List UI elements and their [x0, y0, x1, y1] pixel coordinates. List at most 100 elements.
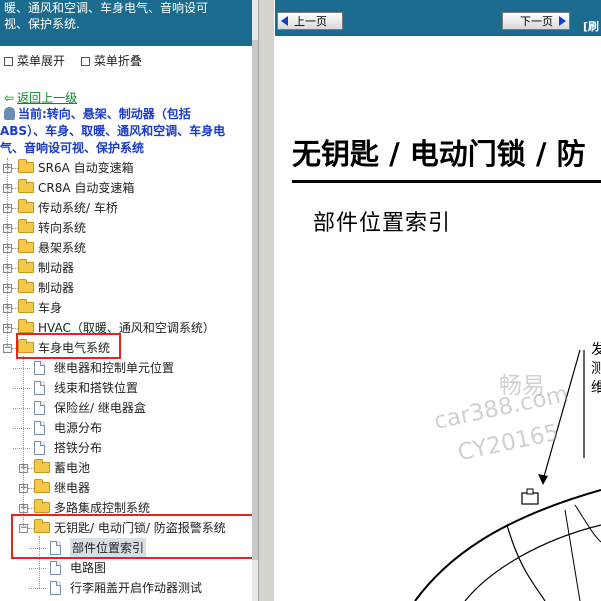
next-page-label: 下一页 — [520, 15, 553, 28]
prev-page-label: 上一页 — [294, 15, 327, 28]
current-path-line-2: ABS）、车身、取暖、通风和空调、车身电 — [0, 124, 226, 138]
component-sensor — [521, 492, 539, 505]
current-path-line-3: 气、音响设可视、保护系统 — [0, 141, 145, 155]
tree-connector — [13, 448, 30, 449]
vehicle-diagram — [414, 349, 601, 601]
highlight-keyless-section — [11, 514, 258, 559]
folder-icon — [18, 279, 34, 293]
callout-label-2: 测 — [591, 361, 601, 377]
tree-page-item[interactable]: 行李厢盖开启作动器测试 — [0, 578, 250, 598]
folder-icon — [34, 479, 50, 493]
tree-connector — [29, 588, 46, 589]
prev-page-button[interactable]: 上一页 — [277, 12, 343, 30]
tree-item-label: 转向系统 — [38, 221, 87, 235]
tree-item-label: 蓄电池 — [54, 461, 91, 475]
tree-folder-item[interactable]: + 车身 — [0, 298, 250, 318]
folder-icon — [18, 319, 34, 333]
leader-arrowhead-1 — [538, 474, 548, 485]
car-inner-line-2 — [564, 509, 581, 601]
highlight-body-electrical — [16, 333, 121, 359]
tree-item-label: 悬架系统 — [38, 241, 87, 255]
tree-item-label: SR6A 自动变速箱 — [38, 161, 134, 175]
title-rule — [292, 180, 601, 183]
folder-icon — [18, 299, 34, 313]
folder-icon — [34, 459, 50, 473]
tree-folder-item[interactable]: + 蓄电池 — [0, 458, 250, 478]
folder-icon — [18, 239, 34, 253]
tree-connector — [13, 368, 30, 369]
tree-folder-item[interactable]: + 传动系统/ 车桥 — [0, 198, 250, 218]
tree-connector — [29, 568, 46, 569]
header-line-2: 视、保护系统. — [4, 17, 80, 31]
leader-line-1 — [542, 349, 581, 481]
tree-item-label: CR8A 自动变速箱 — [38, 181, 135, 195]
page-icon — [50, 581, 61, 595]
tree-item-label: 制动器 — [38, 261, 75, 275]
callout-label-3: 维 — [591, 380, 601, 396]
page-icon — [34, 381, 45, 395]
folder-icon — [34, 499, 50, 513]
tree-page-item[interactable]: 线束和搭铁位置 — [0, 378, 250, 398]
pane-splitter[interactable] — [258, 0, 275, 601]
back-link[interactable]: ⇦ 返回上一级 — [4, 89, 77, 106]
folder-icon — [18, 219, 34, 233]
tree-folder-item[interactable]: + 制动器 — [0, 258, 250, 278]
refresh-link[interactable]: [刷 — [583, 18, 599, 34]
location-icon — [4, 107, 15, 120]
collapse-all-button[interactable]: 菜单折叠 — [94, 54, 142, 68]
tree-item-label: 行李厢盖开启作动器测试 — [70, 581, 203, 595]
tree-folder-item[interactable]: + SR6A 自动变速箱 — [0, 158, 250, 178]
expand-all-button[interactable]: 菜单展开 — [17, 54, 65, 68]
tree-item-label: 继电器 — [54, 481, 91, 495]
tree-folder-item[interactable]: + 转向系统 — [0, 218, 250, 238]
car-trunk-line — [574, 504, 601, 543]
tree-item-label: 保险丝/ 继电器盒 — [54, 401, 146, 415]
car-inner-line-1 — [506, 524, 546, 601]
page-icon — [34, 361, 45, 375]
tree-folder-item[interactable]: + 悬架系统 — [0, 238, 250, 258]
car-roof-line — [464, 524, 601, 601]
tree-page-item[interactable]: 保险丝/ 继电器盒 — [0, 398, 250, 418]
page-icon — [34, 401, 45, 415]
prev-arrow-icon — [281, 16, 288, 26]
tree-item-label: 制动器 — [38, 281, 75, 295]
menu-toggle-bar: 菜单展开 菜单折叠 — [2, 52, 152, 69]
page-nav-bar: 上一页 下一页 [刷 — [275, 0, 601, 36]
back-arrow-icon: ⇦ — [4, 91, 15, 105]
folder-icon — [18, 199, 34, 213]
tree-connector — [13, 428, 30, 429]
current-path-line-1: 当前:转向、悬架、制动器（包括 — [18, 107, 191, 121]
tree-guide-line — [7, 158, 8, 348]
next-page-button[interactable]: 下一页 — [502, 12, 570, 30]
component-sensor-tab — [526, 488, 534, 495]
tree-item-label: 电路图 — [70, 561, 107, 575]
tree-connector — [13, 388, 30, 389]
tree-item-label: 传动系统/ 车桥 — [38, 201, 118, 215]
tree-folder-item[interactable]: + 继电器 — [0, 478, 250, 498]
tree-item-label: 线束和搭铁位置 — [54, 381, 139, 395]
tree-folder-item[interactable]: + 制动器 — [0, 278, 250, 298]
section-title: 部件位置索引 — [313, 211, 452, 236]
expand-icon — [4, 56, 13, 66]
tree-page-item[interactable]: 电路图 — [0, 558, 250, 578]
page-icon — [50, 561, 61, 575]
navigation-pane: 暖、通风和空调、车身电气、音响设可 视、保护系统. 菜单展开 菜单折叠 ⇦ 返回上… — [0, 0, 258, 601]
collapse-icon — [80, 56, 90, 66]
folder-icon — [18, 159, 34, 173]
folder-icon — [18, 259, 34, 273]
tree-page-item[interactable]: 继电器和控制单元位置 — [0, 358, 250, 378]
content-pane: 上一页 下一页 [刷 无钥匙 / 电动门锁 / 防 部件位置索引 发 测 维 畅… — [275, 0, 601, 601]
tree-item-label: 车身 — [38, 301, 63, 315]
current-path: 当前:转向、悬架、制动器（包括 ABS）、车身、取暖、通风和空调、车身电 气、音… — [0, 106, 250, 157]
tree-page-item[interactable]: 搭铁分布 — [0, 438, 250, 458]
page-icon — [34, 421, 45, 435]
document-title: 无钥匙 / 电动门锁 / 防 — [292, 137, 586, 171]
back-link-label: 返回上一级 — [17, 91, 78, 105]
car-body-outline — [414, 489, 601, 601]
tree-folder-item[interactable]: + CR8A 自动变速箱 — [0, 178, 250, 198]
next-arrow-icon — [559, 16, 566, 26]
left-header: 暖、通风和空调、车身电气、音响设可 视、保护系统. — [0, 0, 252, 46]
tree-item-label: 电源分布 — [54, 421, 103, 435]
page-icon — [34, 441, 45, 455]
tree-page-item[interactable]: 电源分布 — [0, 418, 250, 438]
